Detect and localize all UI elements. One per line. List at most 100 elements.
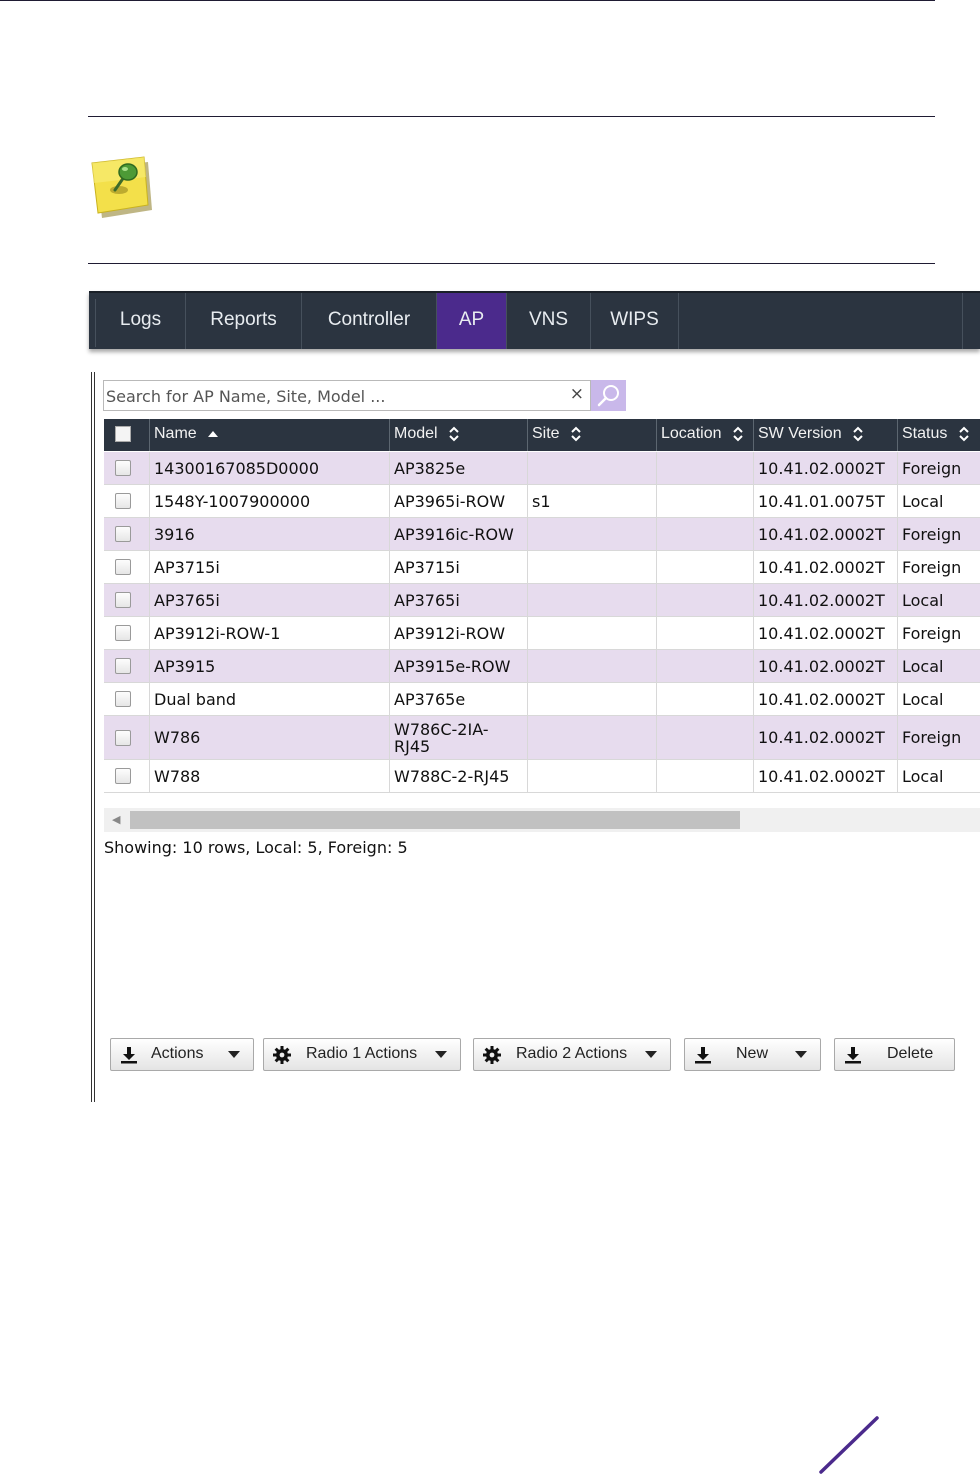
actions-button[interactable]: Actions [110, 1038, 254, 1071]
table-row[interactable]: 14300167085D0000 AP3825e 10.41.02.0002T … [104, 452, 980, 485]
cell-location [657, 760, 754, 793]
cell-status: Local [898, 584, 980, 617]
search-button[interactable] [591, 380, 626, 411]
cell-location [657, 518, 754, 551]
table-row[interactable]: 3916 AP3916ic-ROW 10.41.02.0002T Foreign [104, 518, 980, 551]
row-checkbox[interactable] [115, 729, 131, 746]
button-label: Delete [887, 1045, 934, 1062]
tab-controller[interactable]: Controller [302, 293, 437, 349]
cell-site [528, 716, 657, 760]
row-checkbox[interactable] [115, 493, 131, 509]
cell-site [528, 683, 657, 716]
sort-both-icon [571, 426, 581, 442]
horizontal-scrollbar[interactable]: ◀ [104, 808, 980, 832]
row-checkbox[interactable] [115, 625, 131, 641]
row-checkbox[interactable] [115, 559, 131, 575]
cell-name: Dual band [150, 683, 390, 716]
cell-site [528, 760, 657, 793]
scroll-left-arrow-icon[interactable]: ◀ [112, 813, 120, 826]
tab-ap[interactable]: AP [437, 293, 507, 349]
select-all-checkbox[interactable] [115, 426, 131, 442]
row-checkbox-cell [104, 617, 150, 650]
delete-button[interactable]: Delete [834, 1038, 955, 1071]
radio-2-actions-button[interactable]: Radio 2 Actions [473, 1038, 671, 1071]
table-row[interactable]: W786 W786C-2IA-RJ45 10.41.02.0002T Forei… [104, 716, 980, 760]
cell-name: W786 [150, 716, 390, 760]
sort-both-icon [733, 426, 743, 442]
note-rule-bottom [88, 263, 935, 264]
column-header-location[interactable]: Location [657, 419, 754, 451]
column-header-name[interactable]: Name [150, 419, 390, 451]
cell-sw-version: 10.41.02.0002T [754, 650, 898, 683]
tab-wips[interactable]: WIPS [591, 293, 679, 349]
cell-status: Local [898, 683, 980, 716]
cell-model: AP3765i [390, 584, 528, 617]
table-row[interactable]: W788 W788C-2-RJ45 10.41.02.0002T Local [104, 760, 980, 793]
column-header-label: Name [154, 425, 197, 442]
radio-1-actions-button[interactable]: Radio 1 Actions [263, 1038, 461, 1071]
table-row[interactable]: AP3765i AP3765i 10.41.02.0002T Local [104, 584, 980, 617]
scrollbar-thumb[interactable] [130, 811, 740, 829]
main-nav-bar: Logs Reports Controller AP VNS WIPS [89, 291, 980, 349]
tab-logs[interactable]: Logs [96, 293, 186, 349]
cell-sw-version: 10.41.02.0002T [754, 617, 898, 650]
row-checkbox[interactable] [115, 691, 131, 707]
cell-sw-version: 10.41.01.0075T [754, 485, 898, 518]
chevron-down-icon [645, 1051, 657, 1058]
cell-site: s1 [528, 485, 657, 518]
table-row[interactable]: AP3715i AP3715i 10.41.02.0002T Foreign [104, 551, 980, 584]
tab-vns[interactable]: VNS [507, 293, 591, 349]
table-row[interactable]: 1548Y-1007900000 AP3965i-ROW s1 10.41.01… [104, 485, 980, 518]
cell-status: Local [898, 650, 980, 683]
download-icon [845, 1047, 861, 1064]
column-header-site[interactable]: Site [528, 419, 657, 451]
row-checkbox[interactable] [115, 658, 131, 674]
search-box: × [103, 380, 591, 411]
cell-location [657, 485, 754, 518]
cell-location [657, 551, 754, 584]
cell-location [657, 683, 754, 716]
column-header-status[interactable]: Status [898, 419, 980, 451]
cell-sw-version: 10.41.02.0002T [754, 452, 898, 485]
cell-site [528, 518, 657, 551]
cell-site [528, 452, 657, 485]
chevron-down-icon [435, 1051, 447, 1058]
cell-status: Local [898, 485, 980, 518]
clear-icon[interactable]: × [570, 384, 584, 404]
button-label: New [736, 1045, 769, 1062]
sticky-note-pushpin-icon [91, 156, 152, 218]
button-label: Radio 1 Actions [306, 1045, 418, 1062]
panel-left-border [91, 372, 95, 1102]
column-header-model[interactable]: Model [390, 419, 528, 451]
search-input[interactable] [106, 384, 561, 408]
row-checkbox[interactable] [115, 592, 131, 608]
row-checkbox[interactable] [115, 768, 131, 784]
cell-name: 1548Y-1007900000 [150, 485, 390, 518]
download-icon [695, 1047, 711, 1064]
cell-location [657, 617, 754, 650]
row-checkbox-cell [104, 650, 150, 683]
cell-name: 3916 [150, 518, 390, 551]
row-checkbox[interactable] [115, 460, 131, 476]
table-row[interactable]: AP3915 AP3915e-ROW 10.41.02.0002T Local [104, 650, 980, 683]
cell-model: AP3916ic-ROW [390, 518, 528, 551]
download-icon [121, 1047, 137, 1064]
column-header-label: Location [661, 425, 722, 442]
cell-location [657, 650, 754, 683]
cell-sw-version: 10.41.02.0002T [754, 760, 898, 793]
new-button[interactable]: New [684, 1038, 821, 1071]
cell-model: W788C-2-RJ45 [390, 760, 528, 793]
table-row[interactable]: Dual band AP3765e 10.41.02.0002T Local [104, 683, 980, 716]
cell-status: Local [898, 760, 980, 793]
row-checkbox-cell [104, 485, 150, 518]
column-header-sw-version[interactable]: SW Version [754, 419, 898, 451]
cell-location [657, 716, 754, 760]
cell-sw-version: 10.41.02.0002T [754, 716, 898, 760]
ap-table: Name Model Site Location SW Version Stat… [104, 419, 980, 794]
select-all-header [104, 419, 150, 451]
row-checkbox-cell [104, 551, 150, 584]
chevron-down-icon [795, 1051, 807, 1058]
tab-reports[interactable]: Reports [186, 293, 302, 349]
table-row[interactable]: AP3912i-ROW-1 AP3912i-ROW 10.41.02.0002T… [104, 617, 980, 650]
row-checkbox[interactable] [115, 526, 131, 542]
